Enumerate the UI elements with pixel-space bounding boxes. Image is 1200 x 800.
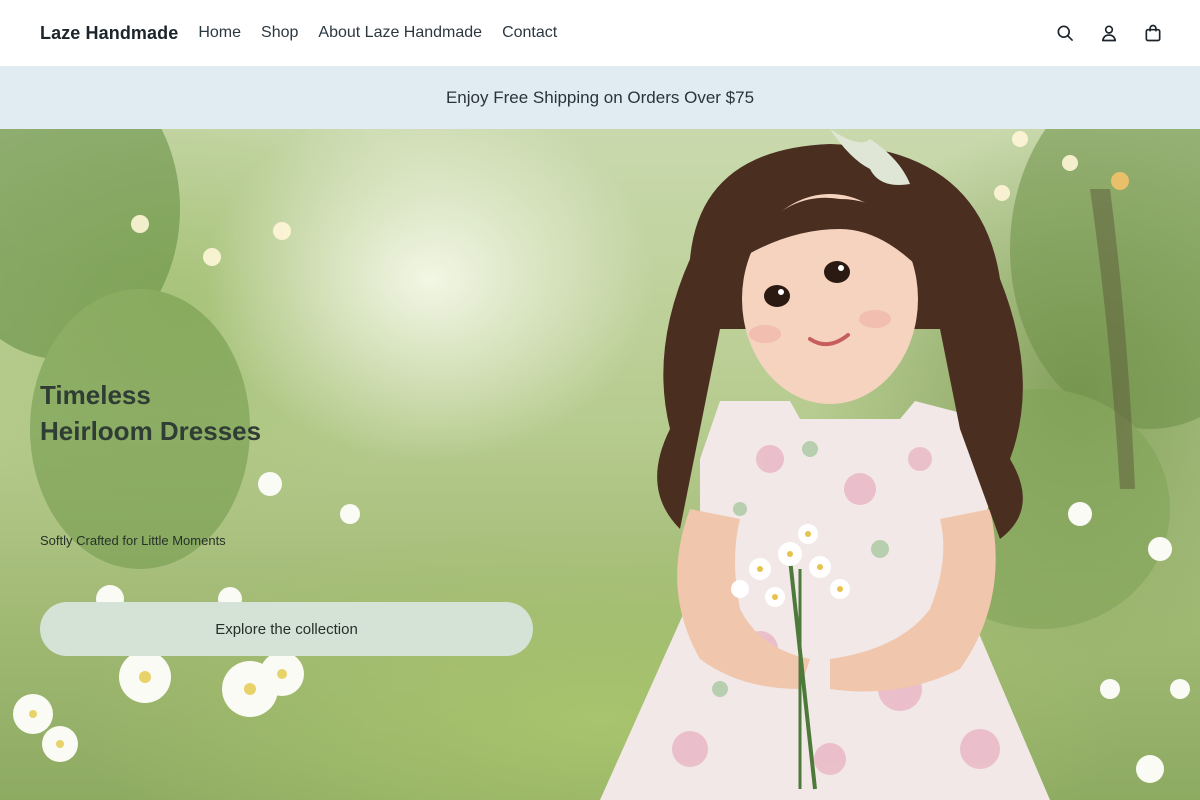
announcement-text: Enjoy Free Shipping on Orders Over $75: [445, 87, 755, 107]
hero-banner: Timeless Heirloom Dresses Softly Crafted…: [0, 129, 1200, 800]
main-nav: Home Shop About Laze Handmade Contact: [198, 24, 557, 42]
nav-link-about[interactable]: About Laze Handmade: [318, 24, 482, 42]
hero-title-line2: Heirloom Dresses: [40, 416, 262, 446]
hero-image: [0, 129, 1200, 800]
hero-subtitle: Softly Crafted for Little Moments: [40, 533, 226, 548]
site-header: Laze Handmade Home Shop About Laze Handm…: [0, 0, 1200, 66]
cart-icon[interactable]: [1142, 22, 1164, 44]
hero-title-line1: Timeless: [40, 380, 151, 410]
account-icon[interactable]: [1098, 22, 1120, 44]
announcement-bar: Enjoy Free Shipping on Orders Over $75: [0, 66, 1200, 129]
hero-title: Timeless Heirloom Dresses: [40, 377, 460, 449]
nav-link-contact[interactable]: Contact: [502, 24, 557, 42]
explore-collection-button[interactable]: Explore the collection: [40, 602, 533, 656]
header-icons: [1054, 22, 1164, 44]
nav-link-shop[interactable]: Shop: [261, 24, 298, 42]
search-icon[interactable]: [1054, 22, 1076, 44]
nav-link-home[interactable]: Home: [198, 24, 241, 42]
brand-logo[interactable]: Laze Handmade: [40, 23, 178, 44]
